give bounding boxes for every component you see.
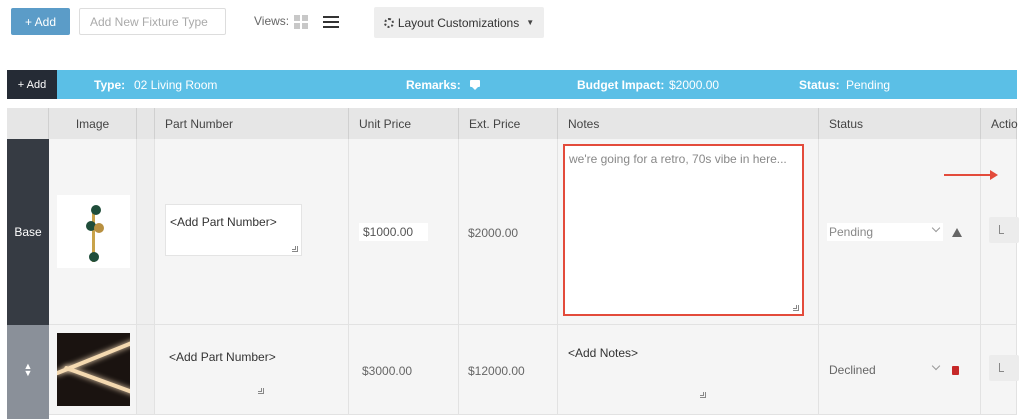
status-select[interactable]: Declined	[827, 361, 943, 379]
chat-icon[interactable]	[470, 80, 480, 90]
spacer-cell	[137, 139, 155, 325]
status-select-value: Pending	[829, 225, 874, 239]
notes-value: <Add Notes>	[568, 346, 639, 360]
header-status: Status	[819, 108, 981, 139]
action-button[interactable]	[989, 355, 1019, 381]
header-spacer	[137, 108, 155, 139]
row-drag-handle[interactable]: ▲ ▼	[7, 325, 49, 415]
part-number-value: <Add Part Number>	[170, 215, 277, 229]
ext-price-value: $2000.00	[468, 226, 519, 240]
ext-price-value: $12000.00	[468, 364, 525, 378]
fixture-type-bar: + Add Type: 02 Living Room Remarks: Budg…	[7, 70, 1017, 99]
thumbs-down-icon	[952, 366, 959, 375]
unit-price-input[interactable]: $1000.00	[359, 223, 428, 241]
header-ext-price: Ext. Price	[459, 108, 558, 139]
fixture-image-sconce[interactable]	[57, 195, 130, 268]
notes-field[interactable]: <Add Notes>	[568, 346, 708, 398]
resize-handle-icon[interactable]	[292, 246, 298, 252]
sort-icon: ▲ ▼	[23, 361, 33, 378]
status-select[interactable]: Pending	[827, 223, 943, 241]
type-label: Type:	[94, 78, 126, 92]
type-value[interactable]: 02 Living Room	[134, 78, 217, 92]
add-fixture-button[interactable]: + Add	[11, 8, 70, 35]
header-notes: Notes	[558, 108, 819, 139]
warning-icon	[952, 228, 962, 237]
part-number-field[interactable]: <Add Part Number>	[165, 204, 302, 256]
status-select-value: Declined	[829, 363, 876, 377]
unit-price-value[interactable]: $3000.00	[362, 364, 412, 378]
gear-icon	[383, 17, 394, 28]
action-button[interactable]	[989, 217, 1019, 243]
header-image: Image	[49, 108, 137, 139]
views-label: Views:	[254, 14, 290, 28]
notes-textarea[interactable]: we're going for a retro, 70s vibe in her…	[563, 144, 804, 316]
row-stub	[7, 415, 49, 419]
arrow-annotation	[944, 170, 998, 180]
header-handle	[7, 108, 49, 139]
part-number-field[interactable]: <Add Part Number>	[165, 340, 302, 394]
budget-impact-label: Budget Impact:	[577, 78, 665, 92]
status-label: Status:	[799, 78, 840, 92]
resize-handle-icon[interactable]	[700, 392, 706, 398]
chevron-down-icon	[931, 223, 941, 233]
add-row-button[interactable]: + Add	[7, 70, 57, 99]
toolbar: + Add Views: Layout Customizations ▼	[0, 0, 1024, 70]
fixture-image-light-strip[interactable]	[57, 333, 130, 406]
grid-view-icon[interactable]	[294, 15, 308, 29]
header-unit-price: Unit Price	[349, 108, 459, 139]
chevron-down-icon	[931, 361, 941, 371]
budget-impact-value: $2000.00	[669, 78, 720, 92]
header-part-number: Part Number	[155, 108, 349, 139]
spacer-cell	[137, 325, 155, 415]
row-label: Base	[7, 139, 49, 325]
resize-handle-icon[interactable]	[793, 305, 799, 311]
list-view-icon[interactable]	[323, 16, 339, 28]
header-actions: Actio	[981, 108, 1018, 139]
chevron-down-icon: ▼	[526, 18, 535, 27]
resize-handle-icon[interactable]	[258, 388, 264, 394]
notes-value: we're going for a retro, 70s vibe in her…	[569, 152, 787, 166]
remarks-label: Remarks:	[406, 78, 461, 92]
layout-customizations-button[interactable]: Layout Customizations ▼	[374, 7, 544, 38]
add-fixture-type-input[interactable]	[79, 8, 226, 35]
part-number-value: <Add Part Number>	[169, 350, 276, 364]
status-value: Pending	[846, 78, 891, 92]
layout-customizations-label: Layout Customizations	[397, 15, 520, 30]
